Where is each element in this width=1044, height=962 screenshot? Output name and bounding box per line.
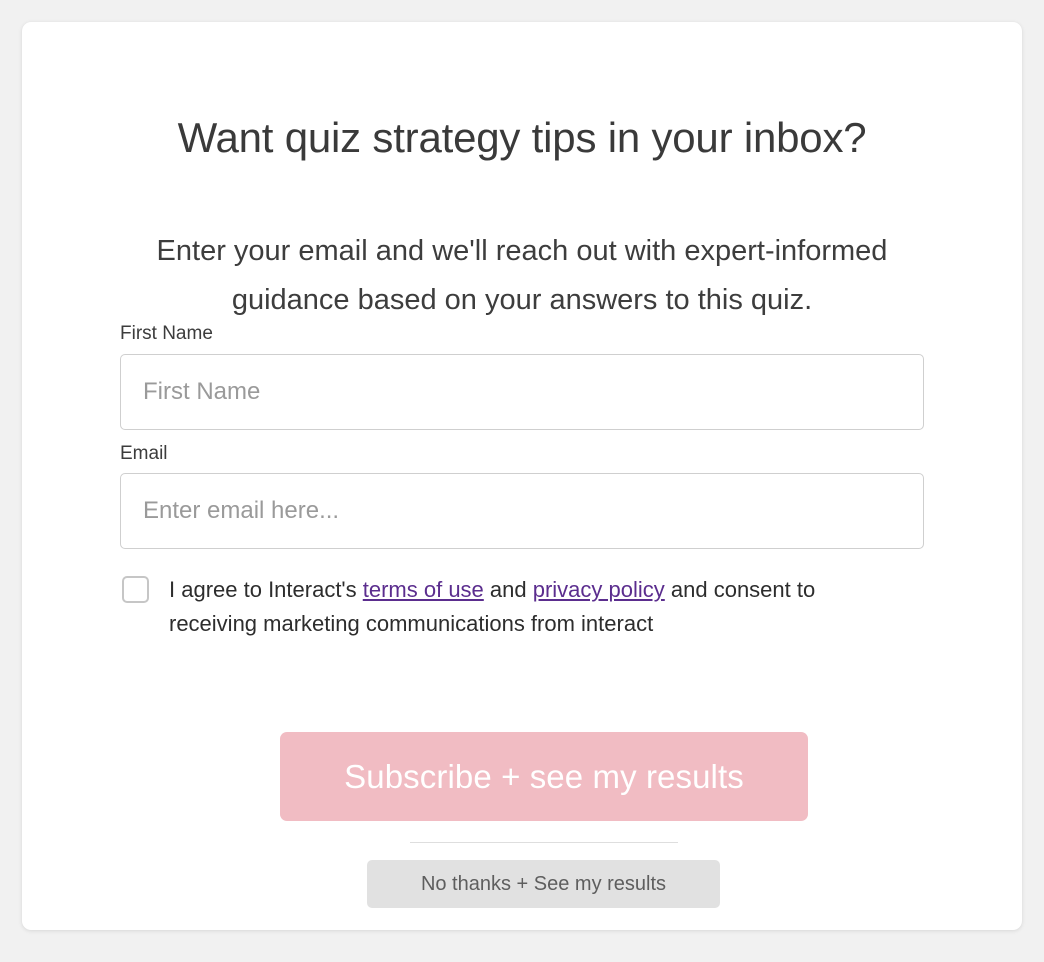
terms-of-use-link[interactable]: terms of use: [363, 577, 484, 602]
consent-text-part1: I agree to Interact's: [169, 577, 363, 603]
email-optin-card: Want quiz strategy tips in your inbox? E…: [22, 22, 1022, 930]
first-name-label: First Name: [120, 323, 213, 344]
subscribe-button[interactable]: Subscribe + see my results: [280, 732, 808, 821]
page-subtitle: Enter your email and we'll reach out wit…: [156, 235, 888, 316]
first-name-input[interactable]: [120, 353, 924, 430]
consent-row: I agree to Interact's terms of use and p…: [120, 573, 924, 640]
email-label: Email: [120, 442, 168, 464]
no-thanks-button[interactable]: No thanks + See my results: [367, 860, 720, 908]
privacy-policy-link[interactable]: privacy policy: [533, 577, 665, 602]
card-content: Want quiz strategy tips in your inbox? E…: [22, 22, 1022, 930]
optin-form: First Name Email I agree to Interact's t…: [120, 322, 924, 640]
email-field-group: Email: [120, 442, 924, 550]
first-name-field-group: First Name: [120, 322, 924, 430]
email-input[interactable]: [120, 473, 924, 550]
consent-text-part2: and: [483, 577, 533, 603]
page-title: Want quiz strategy tips in your inbox?: [177, 114, 867, 162]
action-divider: [410, 842, 678, 843]
consent-text: I agree to Interact's terms of use and p…: [169, 573, 884, 640]
consent-checkbox[interactable]: [122, 576, 149, 604]
